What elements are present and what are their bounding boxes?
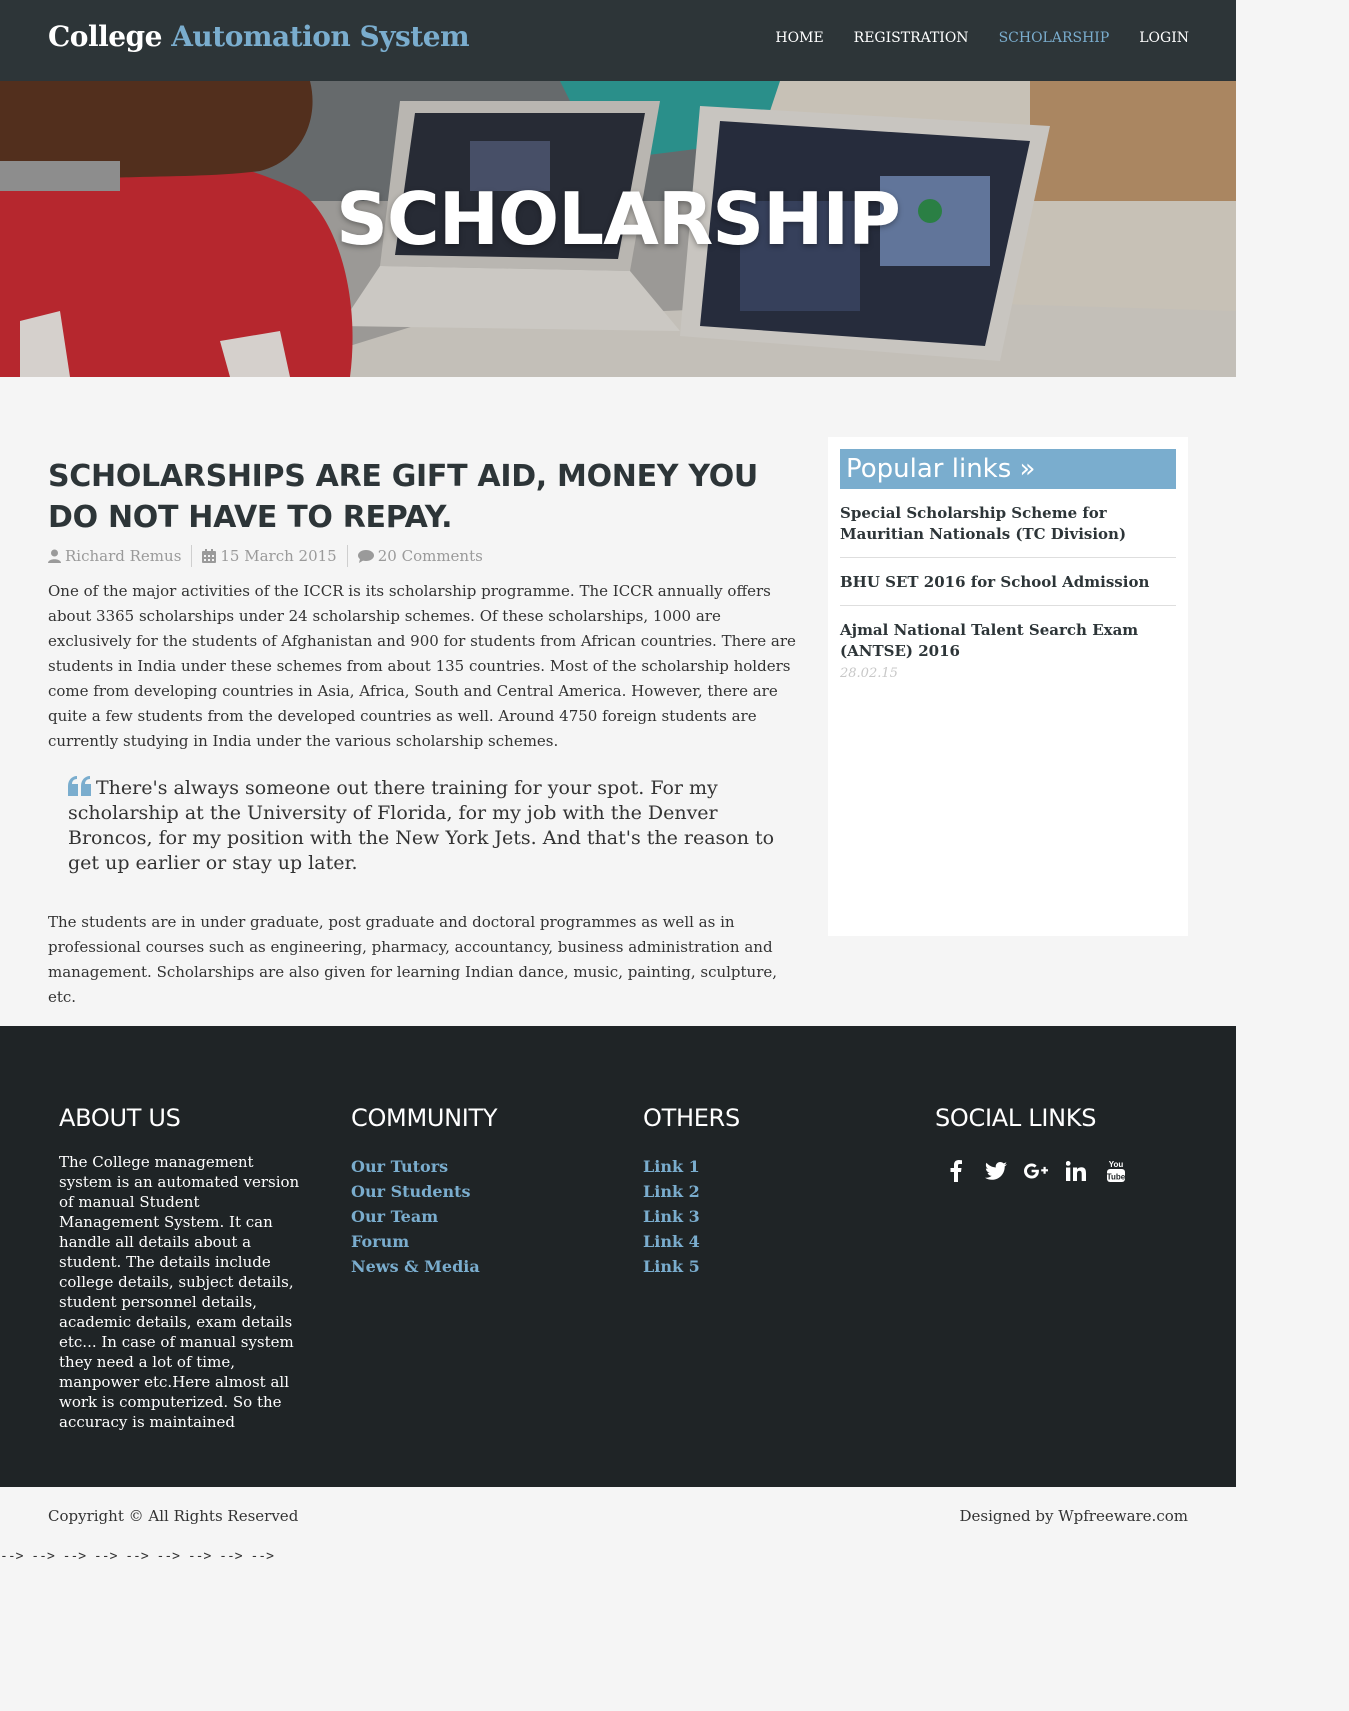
site-brand[interactable]: College Automation System <box>48 20 470 53</box>
meta-comments[interactable]: 20 Comments <box>357 547 483 565</box>
meta-divider <box>346 545 348 567</box>
others-link[interactable]: Link 4 <box>643 1229 740 1254</box>
article-title: SCHOLARSHIPS ARE GIFT AID, MONEY YOU DO … <box>48 459 758 535</box>
calendar-icon <box>202 549 217 563</box>
community-link[interactable]: Our Team <box>351 1204 497 1229</box>
main-nav: HOME REGISTRATION SCHOLARSHIP LOGIN <box>775 30 1189 46</box>
others-heading: OTHERS <box>643 1104 740 1132</box>
footer-community: COMMUNITY Our Tutors Our Students Our Te… <box>351 1104 498 1279</box>
copyright-text: Copyright © All Rights Reserved <box>48 1507 299 1525</box>
google-plus-icon[interactable] <box>1023 1158 1049 1184</box>
others-link[interactable]: Link 1 <box>643 1154 740 1179</box>
community-link[interactable]: Forum <box>351 1229 497 1254</box>
svg-text:You: You <box>1109 1160 1124 1169</box>
popular-link[interactable]: Special Scholarship Scheme for Mauritian… <box>840 503 1176 558</box>
comments-icon <box>357 549 374 563</box>
about-heading: ABOUT US <box>59 1104 181 1132</box>
twitter-icon[interactable] <box>983 1158 1009 1184</box>
facebook-icon[interactable] <box>943 1158 969 1184</box>
nav-scholarship[interactable]: SCHOLARSHIP <box>999 30 1110 46</box>
community-link[interactable]: Our Tutors <box>351 1154 497 1179</box>
meta-author[interactable]: Richard Remus <box>48 547 181 565</box>
others-link[interactable]: Link 2 <box>643 1179 740 1204</box>
quote-text: There's always someone out there trainin… <box>68 777 775 874</box>
article-meta: Richard Remus 15 March 2015 20 Comments <box>48 545 798 567</box>
footer: ABOUT US The College management system i… <box>0 1026 1236 1487</box>
popular-link[interactable]: Ajmal National Talent Search Exam (ANTSE… <box>840 620 1176 696</box>
footer-others: OTHERS Link 1 Link 2 Link 3 Link 4 Link … <box>643 1104 740 1279</box>
others-links: Link 1 Link 2 Link 3 Link 4 Link 5 <box>643 1154 740 1279</box>
nav-login[interactable]: LOGIN <box>1139 30 1189 46</box>
popular-link-date: 28.02.15 <box>840 666 898 681</box>
others-link[interactable]: Link 3 <box>643 1204 740 1229</box>
bottom-bar: Copyright © All Rights Reserved Designed… <box>0 1487 1236 1549</box>
social-heading: SOCIAL LINKS <box>935 1104 1097 1132</box>
popular-links-heading: Popular links » <box>840 449 1176 489</box>
nav-registration[interactable]: REGISTRATION <box>854 30 969 46</box>
author-name: Richard Remus <box>65 547 182 565</box>
brand-main: College <box>48 20 162 53</box>
designed-by-link[interactable]: Designed by Wpfreeware.com <box>959 1507 1188 1525</box>
nav-home[interactable]: HOME <box>775 30 823 46</box>
quote-icon <box>68 776 91 796</box>
top-navbar: College Automation System HOME REGISTRAT… <box>0 0 1236 81</box>
meta-divider <box>191 545 193 567</box>
footer-social: SOCIAL LINKS You Tube <box>935 1104 1129 1184</box>
social-icons: You Tube <box>935 1158 1129 1184</box>
hero-title: SCHOLARSHIP <box>336 177 901 261</box>
svg-text:Tube: Tube <box>1107 1173 1126 1182</box>
community-link[interactable]: Our Students <box>351 1179 497 1204</box>
popular-links-list: Special Scholarship Scheme for Mauritian… <box>840 503 1176 696</box>
brand-accent: Automation System <box>171 20 470 53</box>
community-heading: COMMUNITY <box>351 1104 498 1132</box>
community-links: Our Tutors Our Students Our Team Forum N… <box>351 1154 497 1279</box>
article-paragraph: The students are in under graduate, post… <box>48 913 778 1006</box>
about-text: The College management system is an auto… <box>59 1153 300 1431</box>
article-paragraph: One of the major activities of the ICCR … <box>48 582 796 750</box>
youtube-icon[interactable]: You Tube <box>1103 1158 1129 1184</box>
sidebar: Popular links » Special Scholarship Sche… <box>828 437 1188 936</box>
popular-link[interactable]: BHU SET 2016 for School Admission <box>840 572 1176 606</box>
user-icon <box>48 549 61 563</box>
blockquote: There's always someone out there trainin… <box>68 776 788 876</box>
article: SCHOLARSHIPS ARE GIFT AID, MONEY YOU DO … <box>48 456 798 1010</box>
others-link[interactable]: Link 5 <box>643 1254 740 1279</box>
linkedin-icon[interactable] <box>1063 1158 1089 1184</box>
popular-link-title: Ajmal National Talent Search Exam (ANTSE… <box>840 621 1139 660</box>
comments-count: 20 Comments <box>377 547 483 565</box>
popular-link-title: BHU SET 2016 for School Admission <box>840 573 1150 591</box>
popular-link-title: Special Scholarship Scheme for Mauritian… <box>840 504 1127 543</box>
meta-date: 15 March 2015 <box>202 547 337 565</box>
post-date: 15 March 2015 <box>220 547 337 565</box>
stray-comment-text: --> --> --> --> --> --> --> --> --> <box>0 1549 274 1564</box>
community-link[interactable]: News & Media <box>351 1254 497 1279</box>
hero-banner: SCHOLARSHIP <box>0 81 1236 377</box>
footer-about: ABOUT US The College management system i… <box>59 1104 303 1432</box>
